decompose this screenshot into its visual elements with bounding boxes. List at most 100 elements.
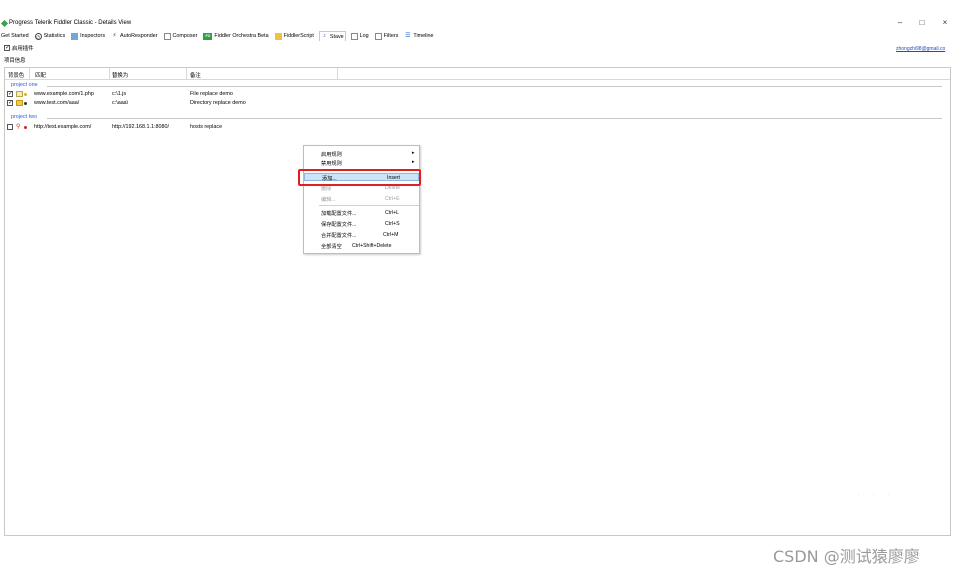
log-icon [350, 32, 358, 40]
column-separator[interactable] [186, 68, 187, 80]
tab-fiddlerscript[interactable]: FiddlerScript [274, 31, 315, 41]
rule-match: www.test.com/aaa/ [34, 100, 80, 106]
rule-note: hosts replace [190, 124, 223, 130]
highlight-annotation-box [298, 169, 421, 186]
column-separator[interactable] [109, 68, 110, 80]
menu-item-label: 删除 [321, 186, 332, 192]
column-header-note[interactable]: 备注 [190, 71, 201, 79]
column-separator[interactable] [337, 68, 338, 80]
statistics-icon: ◷ [34, 32, 42, 40]
folder-icon [16, 100, 23, 106]
tab-log[interactable]: Log [350, 31, 370, 41]
fiddlerscript-icon [274, 32, 282, 40]
filters-icon [374, 32, 382, 40]
group-divider [47, 118, 942, 119]
tab-label: Composer [172, 33, 198, 39]
tab-label: Fiddler Orchestra Beta [214, 33, 269, 39]
bgcolor-swatch [24, 92, 27, 96]
enable-plugin-checkbox[interactable] [4, 44, 10, 51]
hosts-icon: ⚲ [16, 124, 21, 130]
menu-item-edit[interactable]: 编辑... Ctrl+E [304, 195, 419, 203]
group-label-project-one[interactable]: project one [11, 82, 38, 88]
tab-label: Inspectors [80, 33, 106, 39]
menu-item-disable-rule[interactable]: 禁用规则 ▸ [304, 159, 419, 167]
column-header-replace[interactable]: 替换为 [112, 71, 128, 79]
rules-grid: 背景色 匹配 替换为 备注 project one www.example.co… [4, 67, 951, 536]
context-menu: 启用规则 ▸ 禁用规则 ▸ 添加... Insert 删除 Delete 编辑.… [303, 145, 420, 254]
menu-item-label: 合并配置文件... [321, 233, 357, 239]
main-tab-bar: Get Started ◷ Statistics Inspectors ⚡ Au… [0, 30, 959, 42]
table-row[interactable]: www.example.com/1.php c:\1.js File repla… [5, 90, 950, 99]
group-divider [47, 86, 942, 87]
close-button[interactable]: × [938, 18, 952, 27]
tab-label: AutoResponder [120, 33, 158, 39]
rule-replace: c:\aaa\ [112, 100, 129, 106]
column-separator[interactable] [29, 68, 30, 80]
menu-item-shortcut: Ctrl+L [385, 210, 399, 216]
tab-label: Filters [383, 33, 399, 39]
tab-label: Get Started [1, 33, 29, 39]
table-row[interactable]: www.test.com/aaa/ c:\aaa\ Directory repl… [5, 99, 950, 108]
column-header-match[interactable]: 匹配 [35, 71, 46, 79]
tab-label: Timeline [413, 33, 434, 39]
inspectors-icon [71, 32, 79, 40]
stave-icon: ♪ [322, 33, 326, 39]
submenu-arrow-icon: ▸ [412, 159, 415, 165]
minimize-button[interactable]: – [893, 18, 907, 27]
tab-stave[interactable]: ♪ Stave [318, 31, 346, 41]
submenu-arrow-icon: ▸ [412, 150, 415, 156]
rule-enable-checkbox[interactable] [7, 90, 13, 97]
tab-statistics[interactable]: ◷ Statistics [34, 31, 67, 41]
tab-filters[interactable]: Filters [374, 31, 400, 41]
bgcolor-swatch [24, 125, 27, 129]
window-title: Progress Telerik Fiddler Classic - Detai… [9, 20, 132, 26]
maximize-button[interactable]: □ [915, 18, 929, 27]
autoresponder-icon: ⚡ [112, 32, 117, 39]
fiddler-logo-icon [0, 19, 9, 28]
menu-item-load-config[interactable]: 加载配置文件... Ctrl+L [304, 209, 419, 217]
rule-replace: http://192.168.1.1:8080/ [112, 124, 169, 130]
tab-label: Stave [329, 33, 344, 40]
menu-item-enable-rule[interactable]: 启用规则 ▸ [304, 150, 419, 158]
tab-get-started[interactable]: Get Started [0, 31, 30, 41]
tab-orchestra[interactable]: FO Fiddler Orchestra Beta [202, 31, 269, 41]
menu-item-shortcut: Ctrl+S [385, 221, 400, 227]
rule-enable-checkbox[interactable] [7, 124, 13, 130]
menu-item-label: 加载配置文件... [321, 211, 357, 217]
rule-note: Directory replace demo [190, 100, 246, 106]
menu-item-clear-all[interactable]: 全部清空 Ctrl+Shift+Delete [304, 242, 419, 250]
menu-item-save-config[interactable]: 保存配置文件... Ctrl+S [304, 220, 419, 228]
menu-item-label: 全部清空 [321, 244, 342, 250]
rule-replace: c:\1.js [112, 91, 127, 97]
author-email-link[interactable]: zhongzhi98@gmail.co [896, 46, 945, 52]
bgcolor-swatch [24, 101, 27, 105]
tab-composer[interactable]: Composer [163, 31, 199, 41]
grid-header: 背景色 匹配 替换为 备注 [5, 68, 950, 80]
composer-icon [163, 32, 171, 40]
menu-item-shortcut: Ctrl+Shift+Delete [352, 243, 392, 249]
tab-label: FiddlerScript [283, 33, 314, 39]
enable-plugin-label: 启用插件 [12, 46, 34, 52]
tab-label: Statistics [43, 33, 66, 39]
tab-autoresponder[interactable]: ⚡ AutoResponder [110, 31, 158, 41]
title-bar: Progress Telerik Fiddler Classic - Detai… [0, 0, 959, 30]
rule-note: File replace demo [190, 91, 233, 97]
enable-plugin-row: 启用插件 [4, 44, 34, 52]
menu-item-label: 启用规则 [321, 152, 342, 158]
menu-item-label: 保存配置文件... [321, 222, 357, 228]
tab-inspectors[interactable]: Inspectors [70, 31, 106, 41]
rule-enable-checkbox[interactable] [7, 99, 13, 106]
group-label-project-two[interactable]: project two [11, 114, 37, 120]
menu-item-label: 禁用规则 [321, 161, 342, 167]
column-header-bgcolor[interactable]: 背景色 [8, 71, 24, 79]
menu-item-merge-config[interactable]: 合并配置文件... Ctrl+M [304, 231, 419, 239]
tab-timeline[interactable]: ☰ Timeline [403, 31, 434, 41]
rule-match: www.example.com/1.php [34, 91, 94, 97]
project-info-label: 项目信息 [4, 58, 26, 64]
table-row[interactable]: ⚲ http://test.example.com/ http://192.16… [5, 124, 950, 132]
menu-item-label: 编辑... [321, 197, 336, 203]
timeline-icon: ☰ [405, 32, 411, 39]
watermark: CSDN @测试猿廖廖 [773, 547, 920, 566]
orchestra-icon: FO [203, 32, 213, 40]
file-icon [16, 91, 23, 97]
